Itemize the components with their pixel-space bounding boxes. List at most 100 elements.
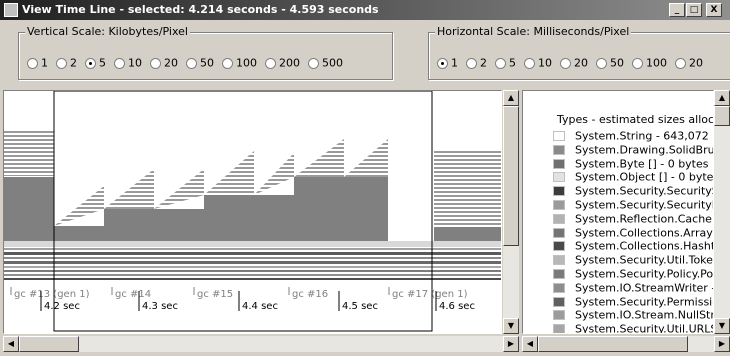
scroll-right-button[interactable]: ▶ — [503, 336, 519, 352]
h-scroll-thumb[interactable] — [19, 336, 79, 352]
radio-label: 20 — [689, 56, 703, 70]
horizontal_scale-option-20[interactable]: 20 — [560, 56, 588, 70]
legend-item[interactable]: System.Collections.ArrayLis — [553, 226, 713, 239]
legend-label: System.String - 643,072 byt — [575, 129, 713, 143]
horizontal_scale-option-5[interactable]: 5 — [495, 56, 516, 70]
radio-button-icon[interactable] — [632, 57, 643, 69]
legend-item[interactable]: System.Security.Util.URLStr — [553, 322, 713, 333]
radio-button-icon[interactable] — [56, 57, 67, 69]
horizontal_scale-option-20[interactable]: 20 — [675, 56, 703, 70]
vertical_scale-option-20[interactable]: 20 — [150, 56, 178, 70]
timeline-chart[interactable]: gc #13 (gen 1) gc #14 gc #15 gc #16 gc #17 (… — [4, 91, 502, 334]
legend-item[interactable]: System.Reflection.Cache.Ty — [553, 212, 713, 225]
horizontal_scale-option-10[interactable]: 10 — [524, 56, 552, 70]
horizontal_scale-option-50[interactable]: 50 — [596, 56, 624, 70]
legend-label: System.Security.SecuritySti — [575, 184, 714, 198]
legend-label: System.Security.Util.TokenE — [575, 253, 714, 267]
horizontal_scale-option-1[interactable]: 1 — [437, 56, 458, 70]
horizontal_scale-option-100[interactable]: 100 — [632, 56, 667, 70]
scroll-thumb[interactable] — [503, 106, 519, 246]
radio-button-icon[interactable] — [308, 57, 319, 69]
legend-label: System.Drawing.SolidBrush — [575, 143, 714, 157]
radio-button-icon[interactable] — [466, 57, 477, 69]
vertical_scale-option-500[interactable]: 500 — [308, 56, 343, 70]
legend-item[interactable]: System.Security.SecurityEle — [553, 198, 713, 212]
radio-button-icon[interactable] — [675, 57, 686, 69]
legend-item[interactable]: System.Security.Util.TokenE — [553, 253, 714, 267]
legend-scroll-thumb[interactable] — [714, 106, 730, 126]
radio-button-icon[interactable] — [186, 57, 197, 69]
timeline-horizontal-scrollbar[interactable]: ◀ ▶ — [3, 336, 519, 352]
vertical_scale-option-1[interactable]: 1 — [27, 56, 48, 70]
vertical_scale-option-5[interactable]: 5 — [85, 56, 106, 70]
legend-scroll-left-button[interactable]: ◀ — [522, 336, 538, 352]
radio-button-icon[interactable] — [437, 57, 448, 69]
radio-label: 500 — [322, 56, 343, 70]
legend-item[interactable]: System.Security.Policy.Polic — [553, 267, 713, 281]
radio-button-icon[interactable] — [85, 57, 96, 69]
time-label: 4.5 sec — [342, 301, 378, 312]
close-button[interactable]: X — [706, 3, 722, 17]
radio-button-icon[interactable] — [524, 57, 535, 69]
vertical_scale-option-200[interactable]: 200 — [265, 56, 300, 70]
radio-label: 200 — [279, 56, 300, 70]
legend-h-scroll-thumb[interactable] — [538, 336, 688, 352]
radio-label: 50 — [200, 56, 214, 70]
legend-label: System.Object [] - 0 bytes (0 — [575, 170, 714, 184]
radio-button-icon[interactable] — [596, 57, 607, 69]
vertical_scale-option-2[interactable]: 2 — [56, 56, 77, 70]
gc-label: gc #16 — [292, 289, 328, 300]
radio-label: 20 — [164, 56, 178, 70]
legend-item[interactable]: System.IO.Stream.NullStrea — [553, 308, 714, 322]
legend-item[interactable]: System.IO.StreamWriter - 0 — [553, 281, 714, 295]
legend-swatch — [553, 131, 565, 141]
radio-button-icon[interactable] — [495, 57, 506, 69]
legend-label: System.IO.StreamWriter - 0 — [575, 281, 714, 295]
legend-header: Types - estimated sizes allocate — [557, 113, 714, 126]
radio-label: 10 — [128, 56, 142, 70]
horizontal_scale-option-2[interactable]: 2 — [466, 56, 487, 70]
timeline-graph[interactable]: gc #13 (gen 1) gc #14 gc #15 gc #16 gc #17 (… — [3, 90, 502, 334]
maximize-button[interactable]: □ — [686, 3, 702, 17]
legend-label: System.IO.Stream.NullStrea — [575, 308, 714, 322]
time-label: 4.3 sec — [142, 301, 178, 312]
radio-button-icon[interactable] — [27, 57, 38, 69]
radio-button-icon[interactable] — [150, 57, 161, 69]
radio-button-icon[interactable] — [560, 57, 571, 69]
legend-scroll-right-button[interactable]: ▶ — [714, 336, 730, 352]
radio-button-icon[interactable] — [265, 57, 276, 69]
radio-label: 100 — [236, 56, 257, 70]
legend-item[interactable]: System.Object [] - 0 bytes (0 — [553, 170, 714, 184]
scroll-left-button[interactable]: ◀ — [3, 336, 19, 352]
legend-item[interactable]: System.Byte [] - 0 bytes (0. — [553, 157, 713, 170]
radio-button-icon[interactable] — [222, 57, 233, 69]
radio-label: 5 — [509, 56, 516, 70]
vertical_scale-option-10[interactable]: 10 — [114, 56, 142, 70]
legend-vertical-scrollbar[interactable]: ▲ ▼ — [714, 90, 730, 334]
legend-label: System.Collections.Hashtab — [575, 239, 714, 253]
timeline-vertical-scrollbar[interactable]: ▲ ▼ — [503, 90, 519, 334]
legend-item[interactable]: System.Drawing.SolidBrush — [553, 143, 714, 157]
legend-scroll-down-button[interactable]: ▼ — [714, 318, 730, 334]
radio-label: 50 — [610, 56, 624, 70]
minimize-button[interactable]: _ — [669, 3, 685, 17]
legend-item[interactable]: System.Collections.Hashtab — [553, 239, 714, 253]
vertical_scale-option-50[interactable]: 50 — [186, 56, 214, 70]
legend-item[interactable]: System.String - 643,072 byt — [553, 129, 713, 143]
legend-item[interactable]: System.Security.PermissionT — [553, 295, 713, 308]
app-icon — [4, 3, 18, 17]
legend-swatch — [553, 200, 565, 210]
scroll-up-button[interactable]: ▲ — [503, 90, 519, 106]
legend-swatch — [553, 255, 565, 266]
legend-swatch — [553, 213, 565, 224]
vertical_scale-option-100[interactable]: 100 — [222, 56, 257, 70]
legend-horizontal-scrollbar[interactable]: ◀ ▶ — [522, 336, 730, 352]
legend-item[interactable]: System.Security.SecuritySti — [553, 184, 714, 198]
scroll-down-button[interactable]: ▼ — [503, 318, 519, 334]
legend-scroll-up-button[interactable]: ▲ — [714, 90, 730, 106]
radio-label: 2 — [480, 56, 487, 70]
radio-button-icon[interactable] — [114, 57, 125, 69]
legend-swatch — [553, 144, 565, 155]
window-title: View Time Line - selected: 4.214 seconds… — [22, 3, 379, 16]
radio-label: 1 — [451, 56, 458, 70]
